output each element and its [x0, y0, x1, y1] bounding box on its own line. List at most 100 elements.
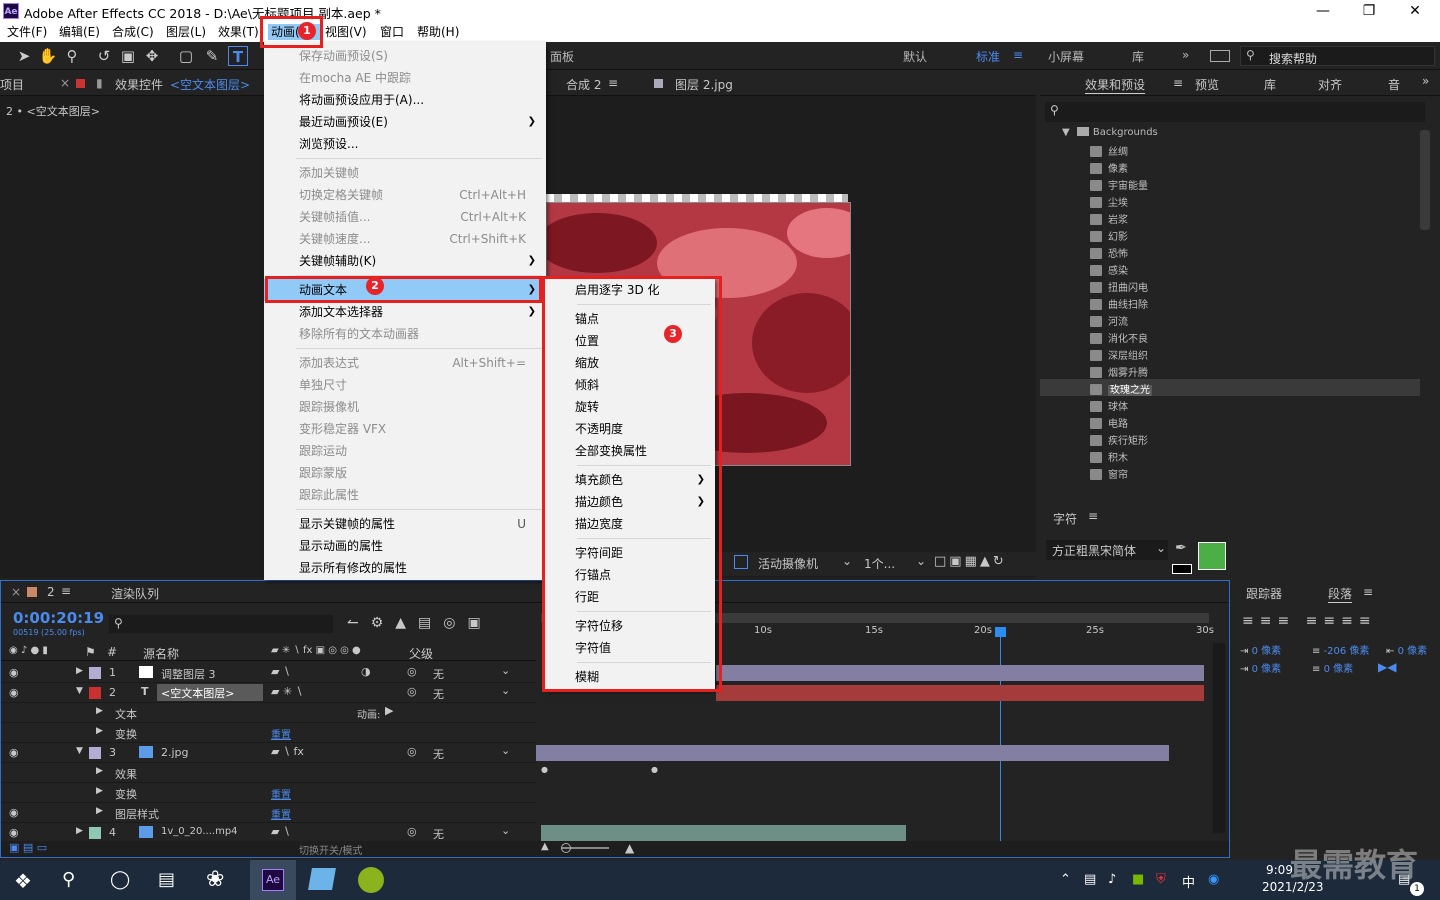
indent-left[interactable]: ⇥ 0 像素	[1240, 642, 1281, 657]
maximize-icon[interactable]: ❐	[1346, 1, 1392, 21]
more-workspaces-icon[interactable]: »	[1182, 48, 1189, 62]
zoom-out-icon[interactable]: ▲	[541, 841, 549, 852]
chevron-down-icon[interactable]: ⌄	[501, 684, 510, 697]
effect-layer-name[interactable]: <空文本图层>	[170, 76, 250, 93]
font-select[interactable]: 方正粗黑宋简体 ⌄	[1046, 540, 1168, 560]
effect-preset-item[interactable]: 曲线扫除	[1090, 296, 1148, 313]
workspace-small[interactable]: 小屏幕	[1048, 48, 1084, 65]
pickwhip-icon[interactable]: ◎	[407, 665, 417, 678]
layer-name[interactable]: 调整图层 3	[161, 666, 216, 682]
parent-select[interactable]: 无	[433, 826, 444, 842]
eye-icon[interactable]: ◉	[9, 826, 19, 839]
menu-file[interactable]: 文件(F)	[7, 24, 47, 40]
indent-right[interactable]: ⇤ 0 像素	[1386, 642, 1427, 657]
clock-time[interactable]: 9:09	[1266, 863, 1293, 877]
current-time[interactable]: 0:00:20:19	[13, 609, 104, 627]
collapse-arrow-icon[interactable]: ▼	[76, 686, 83, 696]
volume-icon[interactable]: ♪	[1108, 872, 1116, 887]
nvidia-icon[interactable]: ■	[1132, 872, 1144, 887]
label-color[interactable]	[89, 667, 101, 679]
effect-preset-item[interactable]: 河流	[1090, 313, 1128, 330]
layer-name[interactable]: 2.jpg	[161, 746, 189, 759]
tab-menu-icon[interactable]: ≡	[61, 584, 71, 598]
property-row[interactable]: ◉ ▶ 图层样式 重置	[1, 803, 536, 823]
ime-indicator[interactable]: 中	[1182, 872, 1195, 891]
parent-select[interactable]: 无	[433, 666, 444, 682]
menu-item[interactable]: 将动画预设应用于(A)...	[264, 89, 546, 111]
collapse-arrow-icon[interactable]: ▼	[76, 746, 83, 756]
app-icon[interactable]	[358, 867, 384, 893]
menu-layer[interactable]: 图层(L)	[166, 24, 206, 40]
close-tab-icon[interactable]: ×	[11, 585, 21, 599]
menu-help[interactable]: 帮助(H)	[417, 24, 459, 40]
workspace-panel[interactable]: 面板	[550, 48, 574, 65]
layer-row[interactable]: ◉ ▶ 1 调整图层 3 ▰ ∖ ◑ ◎ 无 ⌄	[1, 663, 536, 683]
security-icon[interactable]: ⛨	[1156, 872, 1166, 887]
timeline-scrollbar[interactable]	[1213, 643, 1225, 833]
chevron-down-icon[interactable]: ⌄	[916, 554, 926, 568]
property-row[interactable]: ▶ 变换 重置	[1, 783, 536, 803]
pen-tool-icon[interactable]: ✎	[202, 46, 222, 66]
expand-arrow-icon[interactable]: ▶	[96, 706, 103, 716]
type-tool-icon[interactable]: T	[228, 46, 248, 66]
chevron-down-icon[interactable]: ⌄	[501, 744, 510, 757]
tab-align[interactable]: 对齐	[1318, 76, 1342, 93]
app-icon[interactable]: ❀	[206, 867, 224, 892]
effects-search-input[interactable]: ⚲	[1045, 102, 1425, 122]
switch-icons[interactable]: ▰ ∖	[271, 665, 290, 678]
chevron-down-icon[interactable]: ⌄	[501, 824, 510, 837]
effect-preset-item[interactable]: 岩浆	[1090, 211, 1128, 228]
keyframe-icon[interactable]: ●	[651, 765, 658, 774]
tab-project[interactable]: 项目	[0, 76, 24, 93]
rectangle-tool-icon[interactable]: ▢	[176, 46, 196, 66]
eye-icon[interactable]: ◉	[9, 686, 19, 699]
pickwhip-icon[interactable]: ◎	[407, 685, 417, 698]
effect-preset-item[interactable]: 疾行矩形	[1090, 432, 1148, 449]
property-row[interactable]: ▶ 效果	[1, 763, 536, 783]
menu-item[interactable]: 最近动画预设(E) ❯	[264, 111, 546, 133]
parent-select[interactable]: 无	[433, 686, 444, 702]
effect-preset-item[interactable]: 烟雾升腾	[1090, 364, 1148, 381]
expand-arrow-icon[interactable]: ▶	[96, 806, 103, 816]
effect-preset-item[interactable]: 感染	[1090, 262, 1128, 279]
app-icon[interactable]	[308, 868, 336, 890]
property-row[interactable]: ▶ 文本 动画: ▶	[1, 703, 536, 723]
timeline-switches-icon[interactable]: ↼⚙▲▤◎▣	[347, 615, 493, 631]
tray-up-icon[interactable]: ⌃	[1060, 872, 1071, 887]
workspace-default[interactable]: 默认	[903, 48, 927, 65]
expand-arrow-icon[interactable]: ▶	[96, 766, 103, 776]
black-swatch[interactable]	[1172, 564, 1192, 574]
workspace-menu-icon[interactable]: ≡	[1013, 48, 1023, 62]
effect-preset-item[interactable]: 深层组织	[1090, 347, 1148, 364]
camera-select[interactable]: 活动摄像机	[758, 555, 818, 572]
eye-icon[interactable]: ◉	[9, 666, 19, 679]
close-icon[interactable]: ✕	[1392, 1, 1438, 21]
pan-behind-tool-icon[interactable]: ✥	[142, 46, 162, 66]
effect-preset-item[interactable]: 玫瑰之光	[1090, 381, 1152, 398]
workspace-library[interactable]: 库	[1132, 48, 1144, 65]
eye-icon[interactable]: ◉	[9, 806, 19, 819]
layer-bar-adjust[interactable]	[716, 665, 1204, 681]
menu-composition[interactable]: 合成(C)	[112, 24, 154, 40]
qq-icon[interactable]: ◉	[1208, 872, 1219, 887]
playhead-handle[interactable]	[995, 627, 1006, 637]
tab-preview[interactable]: 预览	[1195, 76, 1219, 93]
hand-tool-icon[interactable]: ✋	[38, 46, 58, 66]
timeline-search-input[interactable]: ⚲	[109, 615, 333, 633]
network-icon[interactable]: ▤	[1084, 872, 1096, 887]
menu-item[interactable]: 显示所有修改的属性	[264, 557, 546, 579]
ae-taskbar-button[interactable]: Ae	[250, 860, 296, 900]
panel-menu-icon[interactable]: ≡	[1363, 585, 1373, 599]
eye-icon[interactable]: ◉	[9, 746, 19, 759]
animate-play-icon[interactable]: ▶	[385, 704, 393, 717]
layer-row[interactable]: ◉ ▼ 2 T <空文本图层> ▰ ✳ ∖ ◎ 无 ⌄	[1, 683, 536, 703]
layer-name[interactable]: 1v_0_20....mp4	[161, 826, 238, 837]
tab-paragraph[interactable]: 段落	[1328, 585, 1353, 603]
layer-name[interactable]: <空文本图层>	[157, 684, 263, 701]
task-view-icon[interactable]: ▤	[158, 869, 175, 890]
effect-preset-item[interactable]: 电路	[1090, 415, 1128, 432]
menu-edit[interactable]: 编辑(E)	[59, 24, 100, 40]
expand-arrow-icon[interactable]: ▶	[76, 826, 83, 836]
zoom-tool-icon[interactable]: ⚲	[62, 46, 82, 66]
chevron-down-icon[interactable]: ⌄	[501, 664, 510, 677]
